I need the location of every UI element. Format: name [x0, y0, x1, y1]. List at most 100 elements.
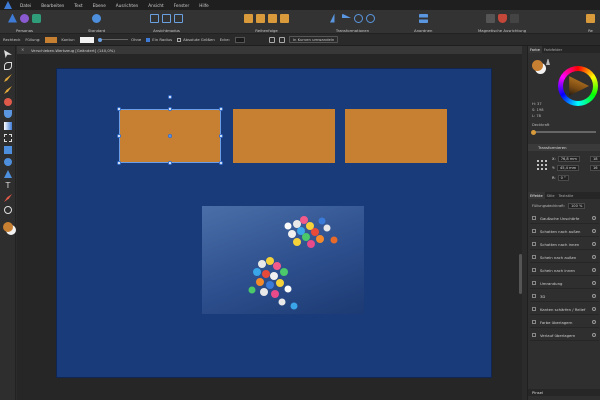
- gear-icon[interactable]: [592, 281, 596, 285]
- effect-checkbox[interactable]: [532, 216, 536, 220]
- w-field[interactable]: 18: [588, 156, 600, 162]
- rotate-left-icon[interactable]: [354, 13, 363, 23]
- radius-checkbox[interactable]: [146, 37, 151, 42]
- transform-panel-header[interactable]: Transformieren: [528, 144, 600, 151]
- view-mode-1-icon[interactable]: [150, 13, 159, 23]
- r-field[interactable]: R: 0 °: [552, 175, 569, 181]
- triangle-tool-icon[interactable]: [4, 170, 12, 178]
- standard-view-icon[interactable]: [92, 13, 102, 23]
- toolbar-group-standard[interactable]: Standard: [88, 12, 105, 33]
- effect-checkbox[interactable]: [532, 294, 536, 298]
- tab-color[interactable]: Farbe: [528, 46, 542, 53]
- selection-handle-tl[interactable]: [117, 107, 121, 111]
- effect-checkbox[interactable]: [532, 307, 536, 311]
- effect-row[interactable]: Schatten nach außen: [530, 226, 599, 237]
- panel-fill-stroke-icon[interactable]: [532, 60, 543, 71]
- gear-icon[interactable]: [592, 255, 596, 259]
- rectangle-2[interactable]: [233, 109, 335, 163]
- effect-checkbox[interactable]: [532, 255, 536, 259]
- effect-row[interactable]: Schein nach innen: [530, 265, 599, 276]
- pixel-persona-icon[interactable]: [20, 13, 29, 23]
- effect-checkbox[interactable]: [532, 320, 536, 324]
- flip-vertical-icon[interactable]: [342, 13, 351, 18]
- node-tool-icon[interactable]: [4, 62, 12, 70]
- close-tab-icon[interactable]: ×: [21, 47, 24, 52]
- rotation-handle[interactable]: [168, 95, 172, 99]
- toolbar-group-view-mode[interactable]: Ansichtmodus: [150, 12, 183, 33]
- snapping-toggle-icon[interactable]: [485, 13, 495, 23]
- gear-icon[interactable]: [592, 294, 596, 298]
- color-picker-icon[interactable]: [546, 59, 550, 65]
- effect-checkbox[interactable]: [532, 333, 536, 337]
- r-value[interactable]: 0 °: [557, 175, 569, 181]
- pen-tool-icon[interactable]: [4, 74, 12, 82]
- fill-tool-icon[interactable]: [4, 110, 12, 118]
- gear-icon[interactable]: [592, 307, 596, 311]
- selection-handle-bl[interactable]: [117, 161, 121, 165]
- toolbar-group-arrange[interactable]: Anordnen: [414, 12, 432, 33]
- effect-row[interactable]: Farbe überlagern: [530, 317, 599, 328]
- tab-swatches[interactable]: Farbfelder: [542, 48, 564, 52]
- menu-ebene[interactable]: Ebene: [93, 3, 106, 8]
- effect-checkbox[interactable]: [532, 268, 536, 272]
- text-tool-icon[interactable]: T: [4, 182, 12, 190]
- toolbar-group-order[interactable]: Reihenfolge: [244, 12, 289, 33]
- rectangle-3[interactable]: [345, 109, 447, 163]
- toolbar-group-transform[interactable]: Transformationen: [330, 12, 375, 33]
- gear-icon[interactable]: [592, 333, 596, 337]
- menu-hilfe[interactable]: Hilfe: [199, 3, 209, 8]
- selection-handle-br[interactable]: [219, 161, 223, 165]
- vertical-scrollbar[interactable]: [519, 74, 522, 394]
- toolbar-group-overflow[interactable]: Re: [586, 12, 595, 33]
- fill-swatch[interactable]: [45, 36, 58, 43]
- y-value[interactable]: 45,4 mm: [556, 165, 580, 171]
- effect-row[interactable]: Verlauf überlagern: [530, 330, 599, 341]
- gear-icon[interactable]: [592, 320, 596, 324]
- snapping-magnet-icon[interactable]: [497, 13, 507, 23]
- menu-datei[interactable]: Datei: [20, 3, 31, 8]
- x-field[interactable]: X: 76,8 mm: [552, 156, 580, 162]
- effect-row[interactable]: Schatten nach innen: [530, 239, 599, 250]
- effect-checkbox[interactable]: [532, 281, 536, 285]
- canvas-workspace[interactable]: [17, 54, 522, 400]
- order-front-icon[interactable]: [280, 13, 289, 23]
- flip-horizontal-icon[interactable]: [330, 13, 335, 23]
- toolbar-group-personas[interactable]: Personas: [8, 12, 41, 33]
- stroke-width-slider[interactable]: [98, 37, 129, 42]
- view-mode-3-icon[interactable]: [174, 13, 183, 23]
- rotate-right-icon[interactable]: [366, 13, 375, 23]
- corner-field[interactable]: [234, 36, 245, 43]
- color-wheel[interactable]: [558, 66, 598, 106]
- balloons-photo[interactable]: [202, 206, 364, 314]
- effect-checkbox[interactable]: [532, 242, 536, 246]
- ellipse-tool-icon[interactable]: [4, 158, 12, 166]
- vector-brush-icon[interactable]: [4, 98, 12, 106]
- transparency-tool-icon[interactable]: [4, 194, 12, 202]
- crop-tool-icon[interactable]: [4, 134, 12, 142]
- vertical-scroll-thumb[interactable]: [519, 254, 522, 294]
- artboard[interactable]: [56, 68, 492, 378]
- designer-persona-icon[interactable]: [8, 13, 17, 23]
- gear-icon[interactable]: [592, 229, 596, 233]
- w-value[interactable]: 18: [590, 156, 600, 162]
- menu-ansicht[interactable]: Ansicht: [148, 3, 163, 8]
- gear-icon[interactable]: [592, 216, 596, 220]
- menu-bearbeiten[interactable]: Bearbeiten: [41, 3, 64, 8]
- menu-ausrichten[interactable]: Ausrichten: [116, 3, 138, 8]
- opacity-slider[interactable]: [531, 129, 596, 135]
- selection-handle-bm[interactable]: [168, 161, 172, 165]
- gear-icon[interactable]: [592, 268, 596, 272]
- move-tool-icon[interactable]: [4, 50, 12, 58]
- tab-text-styles[interactable]: Textstile: [557, 194, 576, 198]
- selection-handle-tr[interactable]: [219, 107, 223, 111]
- toolbar-group-snapping[interactable]: Magnetische Ausrichtung: [478, 12, 526, 33]
- pencil-tool-icon[interactable]: [4, 86, 12, 94]
- h-field[interactable]: 16: [588, 165, 600, 171]
- gradient-tool-icon[interactable]: [4, 122, 12, 130]
- view-mode-2-icon[interactable]: [162, 13, 171, 23]
- stroke-swatch[interactable]: [80, 36, 95, 43]
- effect-checkbox[interactable]: [532, 229, 536, 233]
- effect-row[interactable]: Kanten schärfen / Relief: [530, 304, 599, 315]
- brushes-panel-header[interactable]: Pinsel: [528, 389, 600, 396]
- convert-to-curves-button[interactable]: In Kurven umwandeln: [288, 36, 339, 43]
